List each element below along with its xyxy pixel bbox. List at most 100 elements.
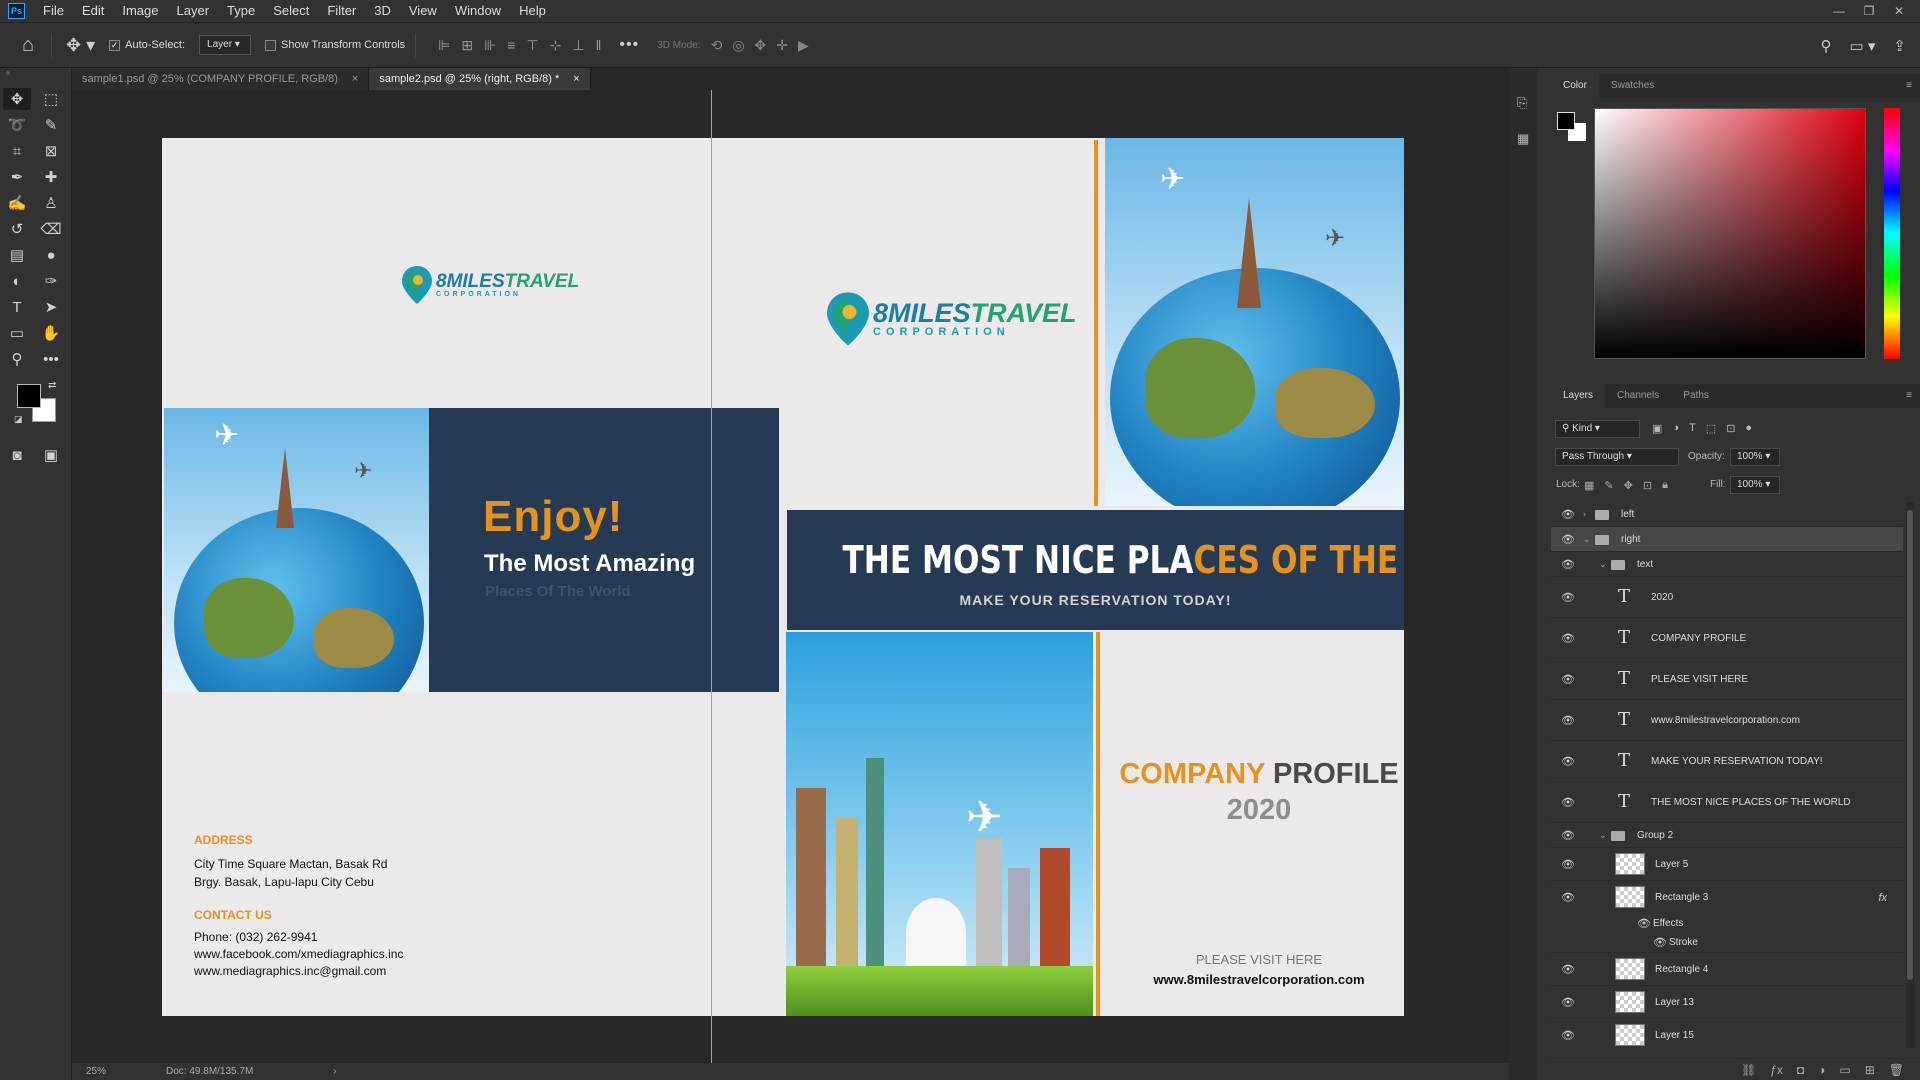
- menu-view[interactable]: View: [400, 0, 446, 22]
- more-tools-icon[interactable]: •••: [37, 348, 65, 370]
- layer-row[interactable]: 👁︎ T MAKE YOUR RESERVATION TODAY!: [1551, 741, 1903, 782]
- panel-menu-icon[interactable]: ≡: [1906, 80, 1912, 91]
- roll-icon[interactable]: ◎: [732, 37, 744, 54]
- close-tab-icon[interactable]: ×: [573, 68, 579, 90]
- layer-row[interactable]: 👁︎ T COMPANY PROFILE: [1551, 618, 1903, 659]
- link-layers-icon[interactable]: ⛓: [1741, 1063, 1756, 1077]
- visibility-eye-icon[interactable]: 👁︎: [1561, 533, 1575, 546]
- tab-channels[interactable]: Channels: [1605, 384, 1671, 408]
- layer-row[interactable]: 👁︎ T PLEASE VISIT HERE: [1551, 659, 1903, 700]
- hand-tool-icon[interactable]: ✋: [37, 322, 65, 344]
- lock-artboard-icon[interactable]: ⊡: [1643, 479, 1652, 492]
- layer-row[interactable]: 👁︎ Layer 15: [1551, 1019, 1903, 1048]
- chevron-down-icon[interactable]: ⌄: [1599, 830, 1607, 841]
- chevron-down-icon[interactable]: ⌄: [1599, 559, 1607, 570]
- color-panel-foreground[interactable]: [1557, 112, 1575, 130]
- layer-filter-dropdown[interactable]: ⚲ Kind ▾: [1555, 420, 1640, 438]
- healing-tool-icon[interactable]: ✚: [37, 166, 65, 188]
- close-tab-icon[interactable]: ×: [352, 68, 358, 90]
- lock-position-icon[interactable]: ✥: [1624, 479, 1633, 492]
- align-top-icon[interactable]: ⊤: [526, 37, 538, 54]
- guide-line[interactable]: [711, 90, 712, 1063]
- tab-swatches[interactable]: Swatches: [1599, 74, 1666, 98]
- tab-sample1[interactable]: sample1.psd @ 25% (COMPANY PROFILE, RGB/…: [72, 68, 370, 90]
- lasso-tool-icon[interactable]: ➰: [3, 114, 31, 136]
- auto-select-checkbox[interactable]: ✓ Auto-Select:: [109, 39, 185, 51]
- crop-tool-icon[interactable]: ⌗: [3, 140, 31, 162]
- foreground-color[interactable]: [17, 384, 41, 408]
- quick-select-tool-icon[interactable]: ✎: [37, 114, 65, 136]
- visibility-eye-icon[interactable]: 👁︎: [1561, 591, 1575, 604]
- align-center-icon[interactable]: ⊞: [461, 37, 473, 54]
- pan-icon[interactable]: ✥: [755, 37, 767, 54]
- align-bottom-icon[interactable]: ⊥: [572, 37, 584, 54]
- layer-row[interactable]: 👁︎ ⌄ right: [1551, 527, 1903, 552]
- align-right-icon[interactable]: ⊪: [484, 37, 496, 54]
- align-left-icon[interactable]: ⊫: [438, 37, 450, 54]
- chevron-right-icon[interactable]: ›: [1583, 509, 1586, 519]
- visibility-eye-icon[interactable]: 👁︎: [1561, 755, 1575, 768]
- layer-row[interactable]: 👁︎ T THE MOST NICE PLACES OF THE WORLD: [1551, 782, 1903, 823]
- workspace-icon[interactable]: ▭ ▾: [1850, 37, 1876, 55]
- blend-mode-dropdown[interactable]: Pass Through ▾: [1555, 448, 1679, 466]
- new-layer-icon[interactable]: ⊞: [1865, 1063, 1875, 1077]
- visibility-eye-icon[interactable]: 👁︎: [1561, 829, 1575, 842]
- layer-row[interactable]: 👁︎ Layer 5: [1551, 848, 1903, 881]
- close-window-icon[interactable]: ✕: [1884, 4, 1914, 18]
- visibility-eye-icon[interactable]: 👁︎: [1561, 996, 1575, 1009]
- tab-sample2[interactable]: sample2.psd @ 25% (right, RGB/8) * ×: [369, 68, 591, 90]
- shape-tool-icon[interactable]: ▭: [3, 322, 31, 344]
- move-tool-icon[interactable]: ✥: [3, 88, 31, 110]
- shape-filter-icon[interactable]: ⬚: [1706, 422, 1716, 435]
- auto-select-dropdown[interactable]: Layer ▾: [199, 35, 252, 55]
- visibility-eye-icon[interactable]: 👁︎: [1561, 558, 1575, 571]
- panel-menu-icon[interactable]: ≡: [1906, 390, 1912, 401]
- quick-mask-icon[interactable]: ◙: [3, 444, 31, 466]
- layer-row[interactable]: 👁︎ ⌄ Group 2: [1551, 823, 1903, 848]
- menu-edit[interactable]: Edit: [73, 0, 113, 22]
- new-group-icon[interactable]: ▭: [1839, 1063, 1850, 1077]
- tab-layers[interactable]: Layers: [1551, 384, 1606, 408]
- menu-filter[interactable]: Filter: [318, 0, 365, 22]
- color-picker-field[interactable]: [1594, 108, 1866, 359]
- lock-transparent-icon[interactable]: ▦: [1584, 479, 1594, 492]
- layer-row[interactable]: 👁︎ Twww.8milestravelcorporation.com: [1551, 700, 1903, 741]
- visibility-eye-icon[interactable]: 👁︎: [1561, 632, 1575, 645]
- swap-colors-icon[interactable]: ⇄: [48, 380, 56, 391]
- lock-pixels-icon[interactable]: ✎: [1604, 479, 1613, 492]
- share-icon[interactable]: ⇪: [1893, 37, 1906, 55]
- history-icon[interactable]: ⎘: [1517, 95, 1529, 111]
- eyedropper-tool-icon[interactable]: ✒: [3, 166, 31, 188]
- layers-scroll-thumb[interactable]: [1907, 510, 1913, 980]
- effects-row[interactable]: 👁︎ Effects: [1551, 914, 1903, 933]
- properties-icon[interactable]: ▦: [1517, 131, 1529, 147]
- zoom-level[interactable]: 25%: [86, 1066, 106, 1077]
- stroke-effect-row[interactable]: 👁︎ Stroke: [1551, 933, 1903, 953]
- layer-row[interactable]: 👁︎ Rectangle 4: [1551, 953, 1903, 986]
- menu-type[interactable]: Type: [218, 0, 264, 22]
- add-style-icon[interactable]: ƒx: [1770, 1063, 1783, 1077]
- restore-icon[interactable]: ❐: [1854, 4, 1884, 18]
- smart-object-filter-icon[interactable]: ⊡: [1726, 422, 1735, 435]
- slide-icon[interactable]: ✛: [776, 37, 788, 54]
- frame-tool-icon[interactable]: ⊠: [37, 140, 65, 162]
- visibility-eye-icon[interactable]: 👁︎: [1637, 917, 1651, 930]
- menu-image[interactable]: Image: [113, 0, 167, 22]
- eraser-tool-icon[interactable]: ⌫: [37, 218, 65, 240]
- add-mask-icon[interactable]: ◘: [1797, 1063, 1804, 1077]
- visibility-eye-icon[interactable]: 👁︎: [1561, 858, 1575, 871]
- layer-row[interactable]: 👁︎ Rectangle 3 fx: [1551, 881, 1903, 914]
- search-icon[interactable]: ⚲: [1821, 37, 1832, 55]
- visibility-eye-icon[interactable]: 👁︎: [1561, 714, 1575, 727]
- pixel-filter-icon[interactable]: ▣: [1652, 422, 1662, 435]
- tab-color[interactable]: Color: [1551, 74, 1599, 98]
- dodge-tool-icon[interactable]: ◐: [3, 270, 31, 292]
- visibility-eye-icon[interactable]: 👁︎: [1561, 1029, 1575, 1042]
- blur-tool-icon[interactable]: ●: [37, 244, 65, 266]
- opacity-field[interactable]: 100% ▾: [1730, 448, 1780, 466]
- hue-slider[interactable]: [1884, 108, 1900, 359]
- orbit-icon[interactable]: ⟲: [711, 37, 723, 54]
- stamp-tool-icon[interactable]: ♙: [37, 192, 65, 214]
- show-transform-checkbox[interactable]: Show Transform Controls: [265, 39, 405, 51]
- align-middle-icon[interactable]: ⊹: [550, 37, 562, 54]
